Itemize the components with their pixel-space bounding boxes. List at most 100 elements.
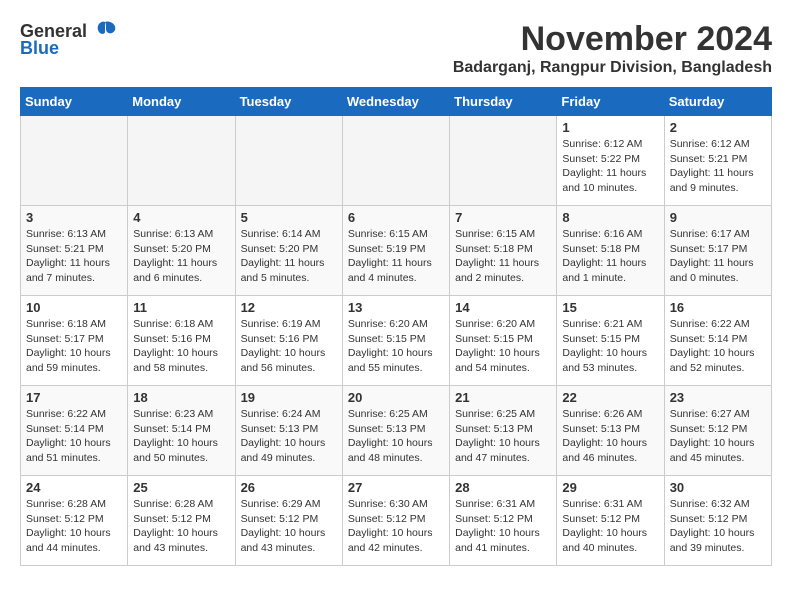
calendar-cell: 29 Sunrise: 6:31 AM Sunset: 5:12 PM Dayli… (557, 476, 664, 566)
day-info: Sunrise: 6:18 AM Sunset: 5:16 PM Dayligh… (133, 317, 229, 376)
day-number: 8 (562, 210, 658, 225)
day-number: 25 (133, 480, 229, 495)
day-info: Sunrise: 6:13 AM Sunset: 5:21 PM Dayligh… (26, 227, 122, 286)
calendar-cell: 6Sunrise: 6:15 AM Sunset: 5:19 PM Daylig… (342, 206, 449, 296)
day-info: Sunrise: 6:25 AM Sunset: 5:13 PM Dayligh… (455, 407, 551, 466)
day-number: 18 (133, 390, 229, 405)
calendar-cell: 3 Sunrise: 6:13 AM Sunset: 5:21 PM Daylig… (21, 206, 128, 296)
day-info: Sunrise: 6:12 AM Sunset: 5:22 PM Dayligh… (562, 137, 658, 196)
day-info: Sunrise: 6:22 AM Sunset: 5:14 PM Dayligh… (670, 317, 766, 376)
day-number: 17 (26, 390, 122, 405)
weekday-header-row: SundayMondayTuesdayWednesdayThursdayFrid… (21, 88, 772, 116)
calendar-cell (235, 116, 342, 206)
calendar-cell: 1Sunrise: 6:12 AM Sunset: 5:22 PM Daylig… (557, 116, 664, 206)
day-number: 6 (348, 210, 444, 225)
day-number: 11 (133, 300, 229, 315)
calendar-cell: 30 Sunrise: 6:32 AM Sunset: 5:12 PM Dayli… (664, 476, 771, 566)
day-info: Sunrise: 6:32 AM Sunset: 5:12 PM Dayligh… (670, 497, 766, 556)
week-row-4: 17 Sunrise: 6:22 AM Sunset: 5:14 PM Dayli… (21, 386, 772, 476)
day-info: Sunrise: 6:16 AM Sunset: 5:18 PM Dayligh… (562, 227, 658, 286)
calendar-cell: 14 Sunrise: 6:20 AM Sunset: 5:15 PM Dayli… (450, 296, 557, 386)
day-number: 16 (670, 300, 766, 315)
logo: General Blue (20, 20, 119, 59)
day-number: 28 (455, 480, 551, 495)
day-info: Sunrise: 6:12 AM Sunset: 5:21 PM Dayligh… (670, 137, 766, 196)
day-number: 15 (562, 300, 658, 315)
week-row-1: 1Sunrise: 6:12 AM Sunset: 5:22 PM Daylig… (21, 116, 772, 206)
day-info: Sunrise: 6:25 AM Sunset: 5:13 PM Dayligh… (348, 407, 444, 466)
calendar-cell: 27 Sunrise: 6:30 AM Sunset: 5:12 PM Dayli… (342, 476, 449, 566)
calendar-cell: 19 Sunrise: 6:24 AM Sunset: 5:13 PM Dayli… (235, 386, 342, 476)
day-number: 30 (670, 480, 766, 495)
day-number: 21 (455, 390, 551, 405)
day-info: Sunrise: 6:28 AM Sunset: 5:12 PM Dayligh… (26, 497, 122, 556)
day-info: Sunrise: 6:24 AM Sunset: 5:13 PM Dayligh… (241, 407, 337, 466)
calendar-cell: 13 Sunrise: 6:20 AM Sunset: 5:15 PM Dayli… (342, 296, 449, 386)
day-number: 13 (348, 300, 444, 315)
day-number: 9 (670, 210, 766, 225)
calendar-cell (21, 116, 128, 206)
day-number: 23 (670, 390, 766, 405)
location-title: Badarganj, Rangpur Division, Bangladesh (453, 59, 772, 77)
day-number: 22 (562, 390, 658, 405)
weekday-header-thursday: Thursday (450, 88, 557, 116)
calendar-cell (342, 116, 449, 206)
calendar-cell: 7 Sunrise: 6:15 AM Sunset: 5:18 PM Daylig… (450, 206, 557, 296)
week-row-5: 24 Sunrise: 6:28 AM Sunset: 5:12 PM Dayli… (21, 476, 772, 566)
calendar-cell: 5Sunrise: 6:14 AM Sunset: 5:20 PM Daylig… (235, 206, 342, 296)
calendar-cell: 2 Sunrise: 6:12 AM Sunset: 5:21 PM Daylig… (664, 116, 771, 206)
day-number: 26 (241, 480, 337, 495)
day-number: 5 (241, 210, 337, 225)
calendar-cell: 26 Sunrise: 6:29 AM Sunset: 5:12 PM Dayli… (235, 476, 342, 566)
day-number: 20 (348, 390, 444, 405)
day-info: Sunrise: 6:29 AM Sunset: 5:12 PM Dayligh… (241, 497, 337, 556)
calendar-cell: 22 Sunrise: 6:26 AM Sunset: 5:13 PM Dayli… (557, 386, 664, 476)
day-info: Sunrise: 6:15 AM Sunset: 5:18 PM Dayligh… (455, 227, 551, 286)
day-number: 10 (26, 300, 122, 315)
day-number: 14 (455, 300, 551, 315)
logo-blue-text: Blue (20, 38, 59, 59)
day-info: Sunrise: 6:26 AM Sunset: 5:13 PM Dayligh… (562, 407, 658, 466)
day-number: 19 (241, 390, 337, 405)
day-info: Sunrise: 6:30 AM Sunset: 5:12 PM Dayligh… (348, 497, 444, 556)
calendar-table: SundayMondayTuesdayWednesdayThursdayFrid… (20, 87, 772, 566)
day-number: 24 (26, 480, 122, 495)
calendar-cell: 24 Sunrise: 6:28 AM Sunset: 5:12 PM Dayli… (21, 476, 128, 566)
calendar-cell: 8 Sunrise: 6:16 AM Sunset: 5:18 PM Daylig… (557, 206, 664, 296)
day-number: 3 (26, 210, 122, 225)
page-header: General Blue November 2024 Badarganj, Ra… (20, 20, 772, 77)
calendar-cell (450, 116, 557, 206)
calendar-cell: 9 Sunrise: 6:17 AM Sunset: 5:17 PM Daylig… (664, 206, 771, 296)
day-info: Sunrise: 6:22 AM Sunset: 5:14 PM Dayligh… (26, 407, 122, 466)
week-row-3: 10Sunrise: 6:18 AM Sunset: 5:17 PM Dayli… (21, 296, 772, 386)
day-info: Sunrise: 6:27 AM Sunset: 5:12 PM Dayligh… (670, 407, 766, 466)
day-info: Sunrise: 6:17 AM Sunset: 5:17 PM Dayligh… (670, 227, 766, 286)
weekday-header-wednesday: Wednesday (342, 88, 449, 116)
day-info: Sunrise: 6:20 AM Sunset: 5:15 PM Dayligh… (455, 317, 551, 376)
month-title: November 2024 (453, 20, 772, 59)
calendar-cell: 20 Sunrise: 6:25 AM Sunset: 5:13 PM Dayli… (342, 386, 449, 476)
calendar-cell: 11 Sunrise: 6:18 AM Sunset: 5:16 PM Dayli… (128, 296, 235, 386)
day-number: 2 (670, 120, 766, 135)
day-info: Sunrise: 6:28 AM Sunset: 5:12 PM Dayligh… (133, 497, 229, 556)
day-info: Sunrise: 6:13 AM Sunset: 5:20 PM Dayligh… (133, 227, 229, 286)
day-number: 4 (133, 210, 229, 225)
calendar-cell: 17 Sunrise: 6:22 AM Sunset: 5:14 PM Dayli… (21, 386, 128, 476)
day-number: 29 (562, 480, 658, 495)
day-info: Sunrise: 6:19 AM Sunset: 5:16 PM Dayligh… (241, 317, 337, 376)
weekday-header-tuesday: Tuesday (235, 88, 342, 116)
title-area: November 2024 Badarganj, Rangpur Divisio… (453, 20, 772, 77)
day-number: 7 (455, 210, 551, 225)
day-number: 12 (241, 300, 337, 315)
calendar-cell: 25 Sunrise: 6:28 AM Sunset: 5:12 PM Dayli… (128, 476, 235, 566)
calendar-cell (128, 116, 235, 206)
day-info: Sunrise: 6:20 AM Sunset: 5:15 PM Dayligh… (348, 317, 444, 376)
calendar-cell: 12 Sunrise: 6:19 AM Sunset: 5:16 PM Dayli… (235, 296, 342, 386)
day-number: 27 (348, 480, 444, 495)
calendar-cell: 28Sunrise: 6:31 AM Sunset: 5:12 PM Dayli… (450, 476, 557, 566)
weekday-header-friday: Friday (557, 88, 664, 116)
day-info: Sunrise: 6:21 AM Sunset: 5:15 PM Dayligh… (562, 317, 658, 376)
day-info: Sunrise: 6:31 AM Sunset: 5:12 PM Dayligh… (562, 497, 658, 556)
calendar-cell: 15 Sunrise: 6:21 AM Sunset: 5:15 PM Dayli… (557, 296, 664, 386)
calendar-cell: 18Sunrise: 6:23 AM Sunset: 5:14 PM Dayli… (128, 386, 235, 476)
